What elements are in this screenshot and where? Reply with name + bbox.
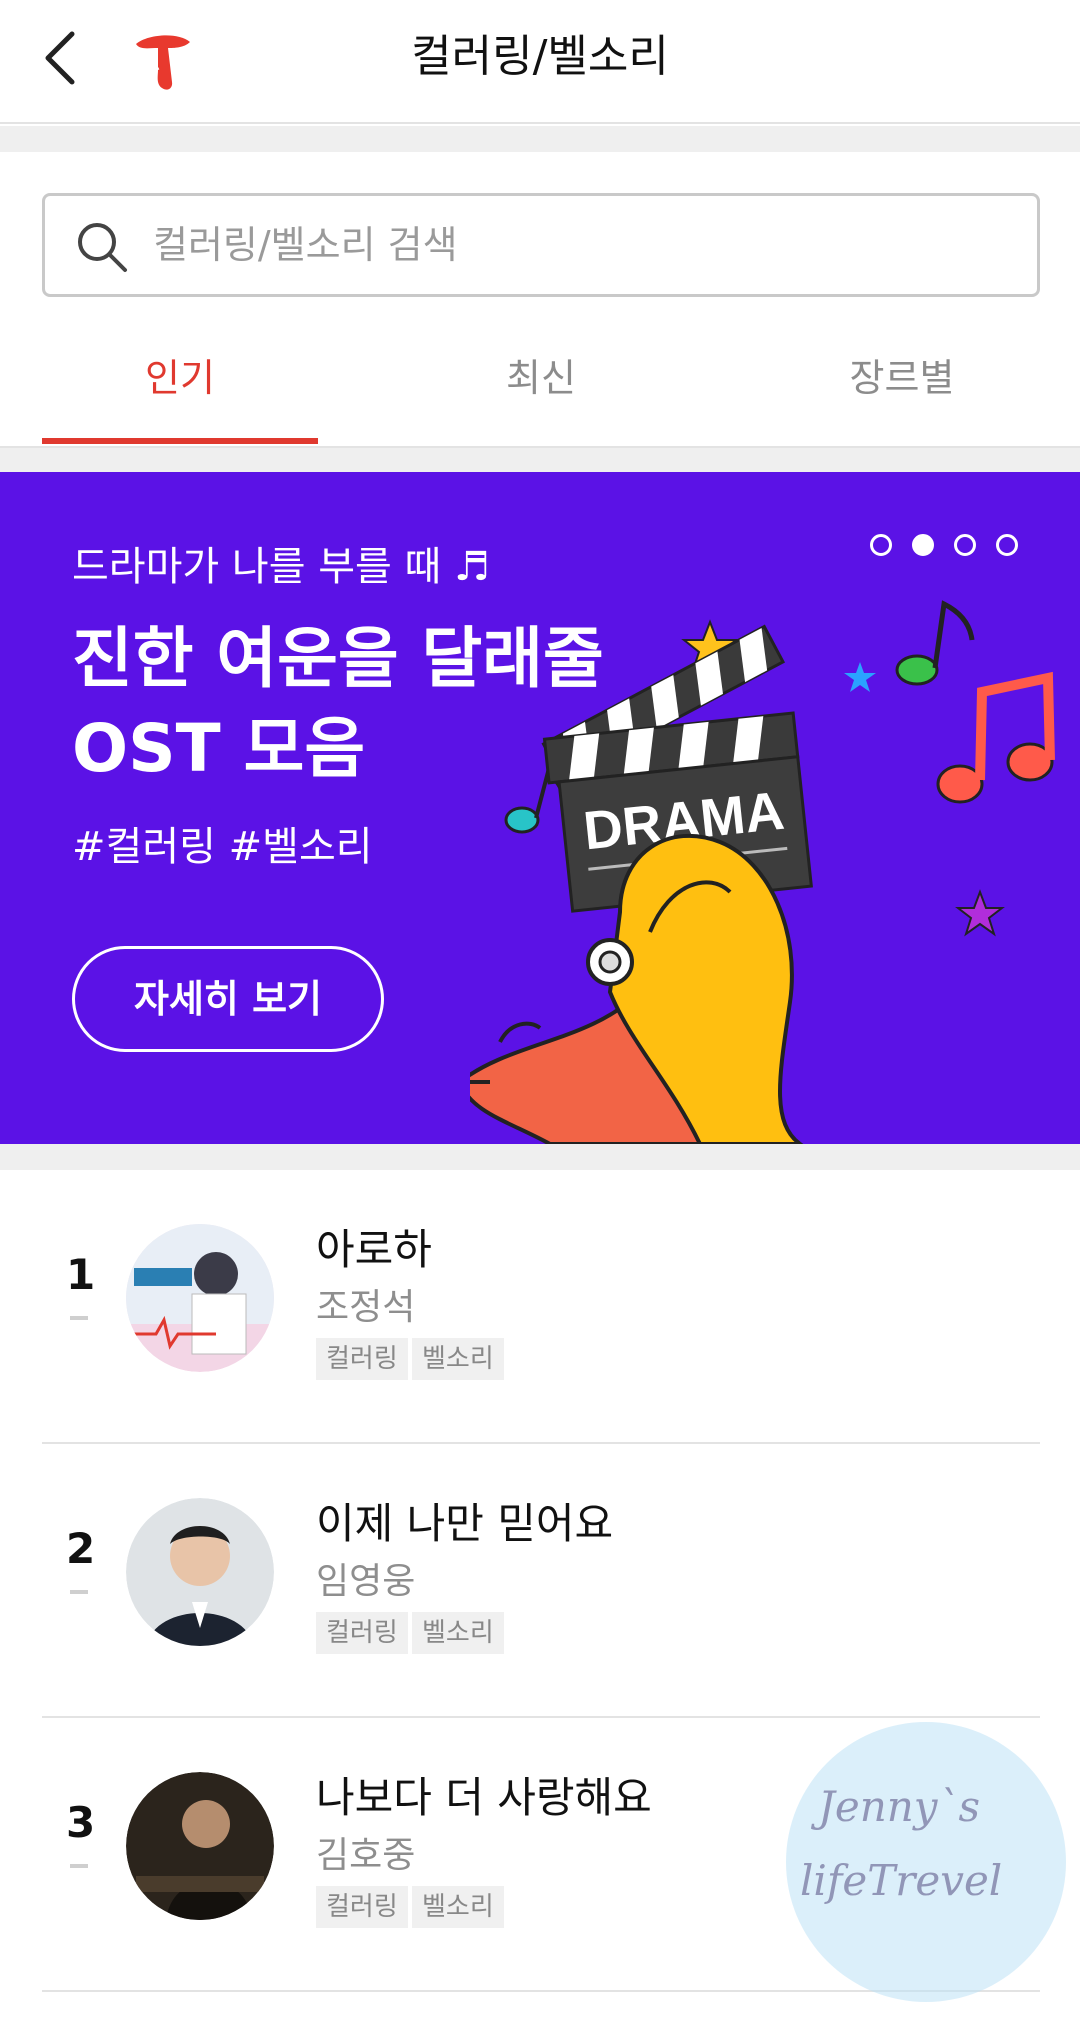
rank-number: 1 [66,1250,96,1299]
song-title: 나보다 더 사랑해요 [316,1773,652,1822]
tab-label: 인기 [145,356,215,400]
rank-change-indicator [70,1316,88,1320]
tab-label: 최신 [506,356,576,400]
banner-hashtags: #컬러링 #벨소리 [72,824,373,870]
ringtone-chip[interactable]: 벨소리 [412,1612,504,1654]
search-icon [78,223,127,272]
star-icon [844,662,876,692]
active-tab-indicator [42,438,318,444]
coloring-chip[interactable]: 컬러링 [316,1338,408,1380]
ringtone-chip[interactable]: 벨소리 [412,1338,504,1380]
list-item[interactable]: 1 아로하 조정석 컬러링 벨소리 [42,1170,1040,1444]
watermark-line: Jenny`s [818,1782,981,1831]
rank-number: 2 [66,1524,96,1573]
banner-subtitle: 드라마가 나를 부를 때 ♬ [72,544,490,590]
drama-clapperboard-illustration: DRAMA [470,600,1055,1144]
star-icon [955,889,1005,937]
page-title: 컬러링/벨소리 [411,31,669,82]
section-divider [0,126,1080,152]
list-item[interactable]: 2 이제 나만 믿어요 임영웅 컬러링 벨소리 [42,1444,1040,1718]
rank-change-indicator [70,1864,88,1868]
watermark-line: lifeTrevel [800,1856,1003,1905]
song-title: 이제 나만 믿어요 [316,1499,614,1548]
artist-name: 조정석 [316,1287,416,1328]
ringtone-chip[interactable]: 벨소리 [412,1886,504,1928]
search-input[interactable] [153,214,1003,276]
rank-number: 3 [66,1798,96,1847]
promo-banner[interactable]: 드라마가 나를 부를 때 ♬ 진한 여운을 달래줄 OST 모음 #컬러링 #벨… [0,472,1080,1144]
tab-genre[interactable]: 장르별 [764,318,1040,444]
album-cover [126,1772,274,1920]
watermark-text: Jenny`s lifeTrevel [800,1770,1070,1918]
artist-name: 임영웅 [316,1561,416,1602]
song-title: 아로하 [316,1225,432,1274]
tab-label: 장르별 [849,356,955,400]
rank-change-indicator [70,1590,88,1594]
view-details-button[interactable]: 자세히 보기 [72,946,384,1052]
coloring-chip[interactable]: 컬러링 [316,1886,408,1928]
tab-latest[interactable]: 최신 [403,318,679,444]
music-note-icon [936,671,1055,804]
tab-popular[interactable]: 인기 [42,318,318,444]
app-header: 컬러링/벨소리 [0,0,1080,124]
coloring-chip[interactable]: 컬러링 [316,1612,408,1654]
category-tabs: 인기 최신 장르별 [42,318,1040,444]
section-divider [0,1144,1080,1170]
section-divider [0,446,1080,472]
music-note-icon [895,600,975,686]
album-cover [126,1498,274,1646]
search-box[interactable] [42,193,1040,297]
album-cover [126,1224,274,1372]
artist-name: 김호중 [316,1835,416,1876]
